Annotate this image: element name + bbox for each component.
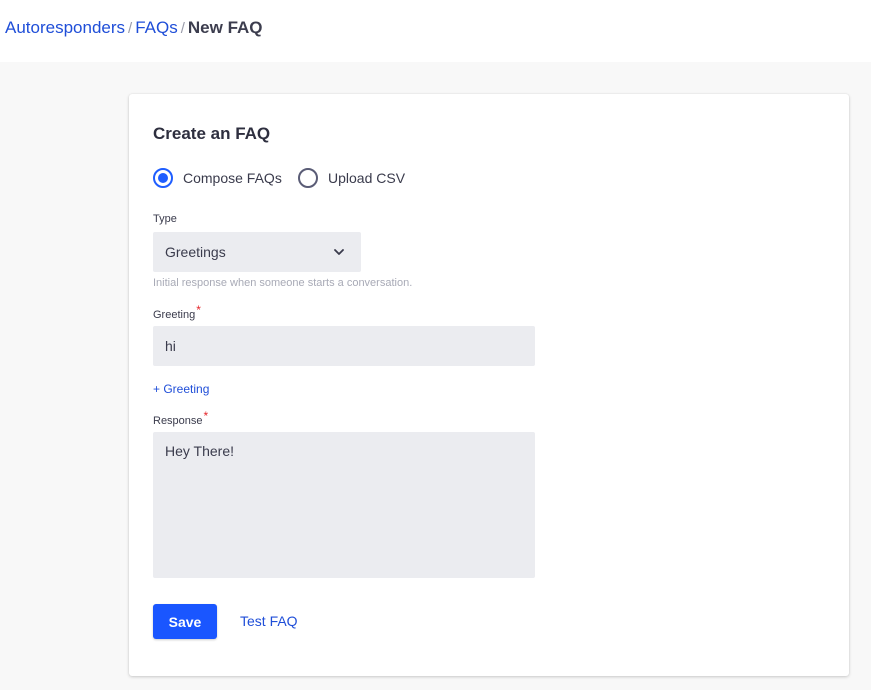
radio-unchecked-icon[interactable] [298,168,318,188]
greeting-input-value[interactable]: hi [165,338,176,354]
breadcrumb-separator: / [128,20,133,37]
save-button[interactable]: Save [153,604,217,639]
add-greeting-link[interactable]: + Greeting [153,382,209,396]
breadcrumb-current: New FAQ [187,18,263,37]
response-label-text: Response [153,415,203,427]
response-label: Response* [153,409,208,427]
form-title: Create an FAQ [153,124,271,143]
upload-csv-label[interactable]: Upload CSV [328,170,405,186]
response-textarea[interactable]: Hey There! [153,432,535,578]
required-asterisk: * [196,303,201,317]
required-asterisk: * [203,409,209,423]
greeting-label-text: Greeting [153,309,196,321]
type-label: Type [153,213,177,225]
breadcrumb: Autoresponders / FAQs / New FAQ [5,18,263,39]
response-textarea-value[interactable]: Hey There! [165,443,234,459]
radio-checked-icon[interactable] [153,168,173,188]
faq-form-card: Create an FAQ Compose FAQs Upload CSV Ty… [129,94,849,676]
greeting-input[interactable]: hi [153,326,535,366]
type-select[interactable]: Greetings [153,232,361,272]
upload-csv-radio[interactable]: Upload CSV [298,167,405,189]
chevron-down-icon [334,249,344,255]
compose-faqs-radio[interactable]: Compose FAQs [153,167,282,189]
test-faq-link[interactable]: Test FAQ [240,613,298,629]
breadcrumb-separator: / [180,20,185,37]
breadcrumb-autoresponders-link[interactable]: Autoresponders [5,18,125,37]
type-helper-text: Initial response when someone starts a c… [153,277,413,289]
type-select-value: Greetings [165,244,226,260]
top-bar: Autoresponders / FAQs / New FAQ [0,0,871,62]
greeting-label: Greeting* [153,303,201,321]
compose-faqs-label[interactable]: Compose FAQs [183,170,282,186]
breadcrumb-faqs-link[interactable]: FAQs [135,18,178,37]
